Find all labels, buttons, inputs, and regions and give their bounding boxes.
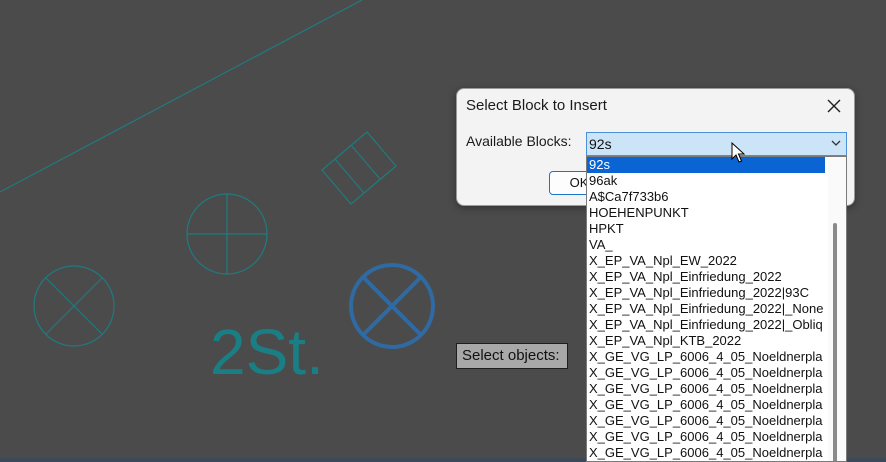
dropdown-item[interactable]: VA_: [587, 237, 825, 253]
dropdown-item[interactable]: HPKT: [587, 221, 825, 237]
dropdown-item[interactable]: HOEHENPUNKT: [587, 205, 825, 221]
quantity-text-label: 2St.: [210, 316, 324, 388]
available-blocks-label: Available Blocks:: [466, 133, 572, 149]
circle-x-symbol: [33, 265, 115, 347]
highlighted-circle-x-symbol: [349, 263, 435, 349]
combobox-value: 92s: [589, 136, 612, 152]
dropdown-item[interactable]: X_GE_VG_LP_6006_4_05_Noeldnerpla: [587, 397, 825, 413]
hatched-block-symbol: [321, 131, 397, 205]
dropdown-item[interactable]: X_GE_VG_LP_6006_4_05_Noeldnerpla: [587, 445, 825, 461]
close-button[interactable]: [821, 95, 847, 117]
block-combobox[interactable]: 92s: [586, 132, 847, 156]
dropdown-item[interactable]: X_EP_VA_Npl_Einfriedung_2022|_Obliq: [587, 317, 825, 333]
boundary-line: [0, 0, 363, 193]
dropdown-item[interactable]: X_GE_VG_LP_6006_4_05_Noeldnerpla: [587, 365, 825, 381]
mouse-cursor-icon: [731, 142, 745, 163]
dialog-title: Select Block to Insert: [466, 97, 607, 114]
dropdown-item[interactable]: 92s: [587, 157, 825, 173]
dropdown-item[interactable]: X_EP_VA_Npl_Einfriedung_2022: [587, 269, 825, 285]
dropdown-item[interactable]: A$Ca7f733b6: [587, 189, 825, 205]
dropdown-item[interactable]: X_GE_VG_LP_6006_4_05_Noeldnerpla: [587, 429, 825, 445]
prompt-text: Select objects:: [462, 347, 560, 364]
dropdown-item[interactable]: X_EP_VA_Npl_Einfriedung_2022|_None: [587, 301, 825, 317]
circle-plus-symbol: [186, 193, 268, 275]
dropdown-item[interactable]: X_EP_VA_Npl_KTB_2022: [587, 333, 825, 349]
command-prompt-tooltip: Select objects:: [456, 343, 568, 369]
block-dropdown-list[interactable]: 92s 96ak A$Ca7f733b6 HOEHENPUNKT HPKT VA_ X_EP…: [586, 156, 847, 462]
scrollbar-thumb[interactable]: [833, 223, 837, 461]
dropdown-scrollbar[interactable]: [828, 157, 846, 461]
close-icon: [827, 99, 841, 113]
dropdown-items: 92s 96ak A$Ca7f733b6 HOEHENPUNKT HPKT VA_ X_EP…: [587, 157, 825, 461]
dropdown-item[interactable]: X_EP_VA_Npl_Einfriedung_2022|93C: [587, 285, 825, 301]
dropdown-item[interactable]: X_EP_VA_Npl_EW_2022: [587, 253, 825, 269]
dropdown-item[interactable]: X_GE_VG_LP_6006_4_05_Noeldnerpla: [587, 349, 825, 365]
dropdown-item[interactable]: 96ak: [587, 173, 825, 189]
dropdown-item[interactable]: X_GE_VG_LP_6006_4_05_Noeldnerpla: [587, 381, 825, 397]
chevron-down-icon[interactable]: [831, 140, 841, 147]
dropdown-item[interactable]: X_GE_VG_LP_6006_4_05_Noeldnerpla: [587, 413, 825, 429]
